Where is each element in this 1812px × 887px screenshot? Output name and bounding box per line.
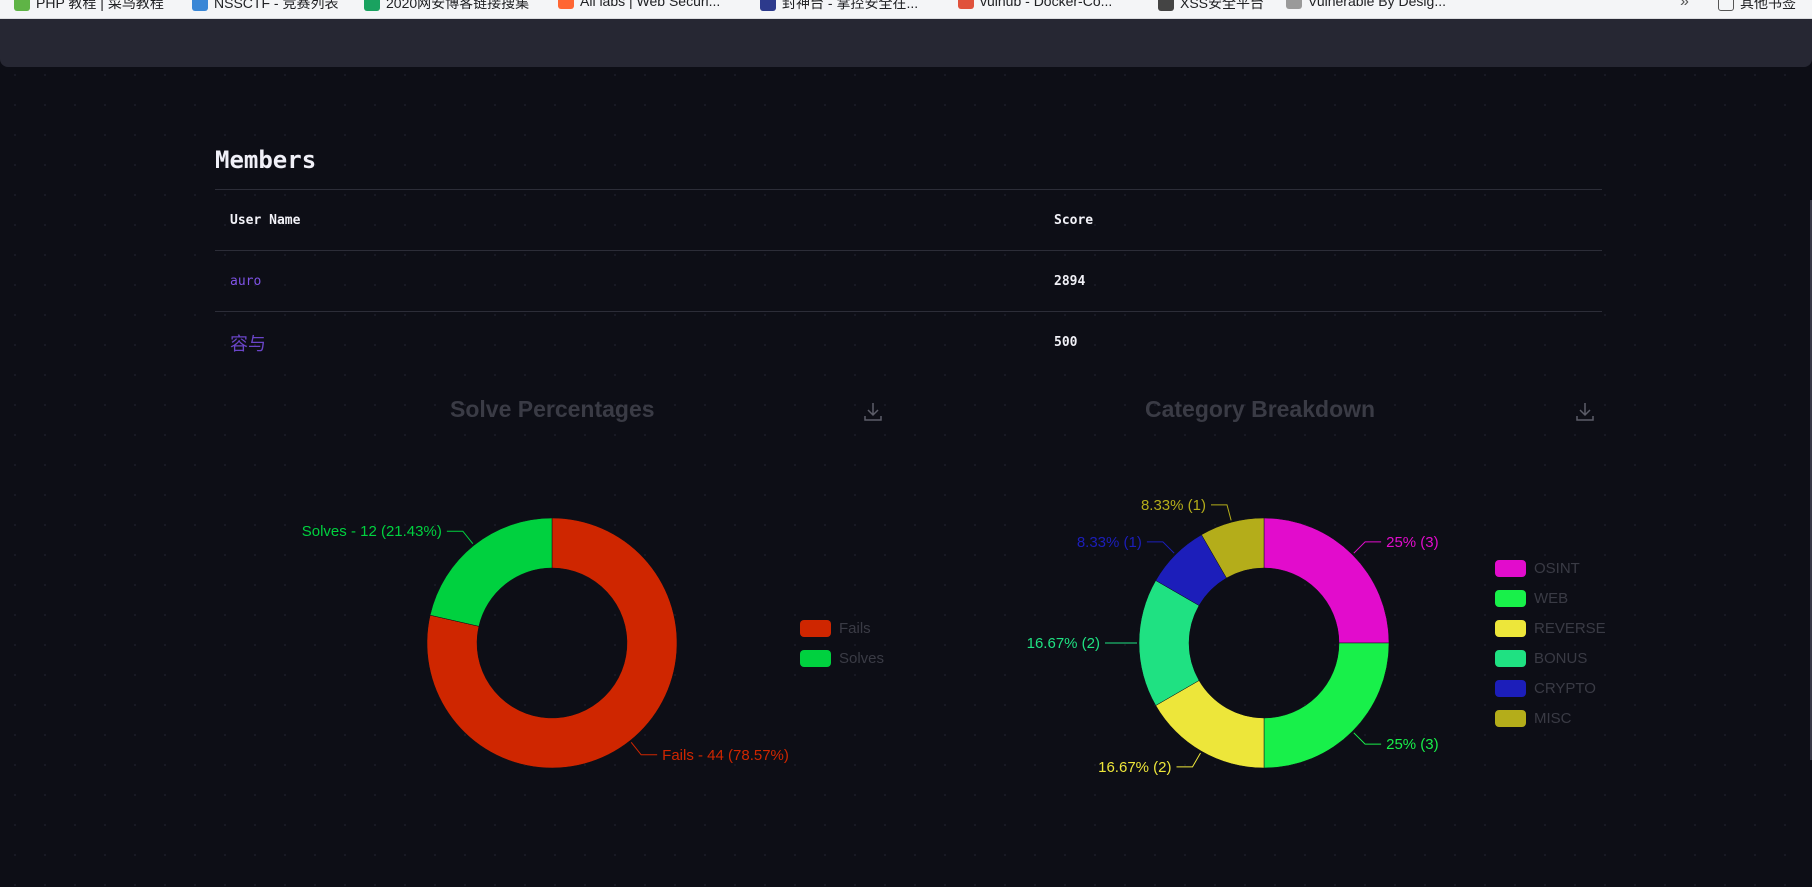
category-breakdown-legend: OSINT WEB REVERSE BONUS CRYPTO MISC	[1495, 553, 1606, 733]
slice-label-line	[1210, 504, 1232, 521]
legend-label: MISC	[1534, 709, 1572, 727]
pie-slice-osint[interactable]	[1263, 517, 1390, 644]
slice-label-line	[1176, 752, 1201, 768]
slice-data-label: 16.67% (2)	[1027, 635, 1100, 652]
legend-label: REVERSE	[1534, 619, 1606, 637]
legend-label: WEB	[1534, 589, 1569, 607]
slice-data-label: 16.67% (2)	[1098, 759, 1171, 776]
legend-swatch	[1495, 589, 1526, 607]
legend-item-reverse[interactable]: REVERSE	[1495, 613, 1606, 643]
legend-item-misc[interactable]: MISC	[1495, 703, 1606, 733]
legend-label: OSINT	[1534, 559, 1580, 577]
legend-label: BONUS	[1534, 649, 1588, 667]
slice-data-label: 8.33% (1)	[1077, 534, 1142, 551]
slice-data-label: 25% (3)	[1386, 534, 1439, 551]
slice-data-label: 8.33% (1)	[1141, 497, 1206, 514]
legend-swatch	[1495, 679, 1526, 697]
legend-swatch	[1495, 709, 1526, 727]
legend-item-osint[interactable]: OSINT	[1495, 553, 1606, 583]
legend-item-crypto[interactable]: CRYPTO	[1495, 673, 1606, 703]
category-breakdown-chart: 25% (3) 25% (3) 16.67% (2) 16.67% (2) 8.33% …	[1027, 497, 1439, 776]
slice-label-line	[1146, 541, 1175, 554]
legend-swatch	[1495, 619, 1526, 637]
legend-swatch	[1495, 649, 1526, 667]
legend-item-web[interactable]: WEB	[1495, 583, 1606, 613]
legend-swatch	[1495, 559, 1526, 577]
legend-label: CRYPTO	[1534, 679, 1596, 697]
slice-data-label: 25% (3)	[1386, 736, 1439, 753]
slice-label-line	[1353, 732, 1382, 745]
legend-item-bonus[interactable]: BONUS	[1495, 643, 1606, 673]
pie-slice-web[interactable]	[1263, 642, 1390, 769]
slice-label-line	[1353, 541, 1382, 554]
